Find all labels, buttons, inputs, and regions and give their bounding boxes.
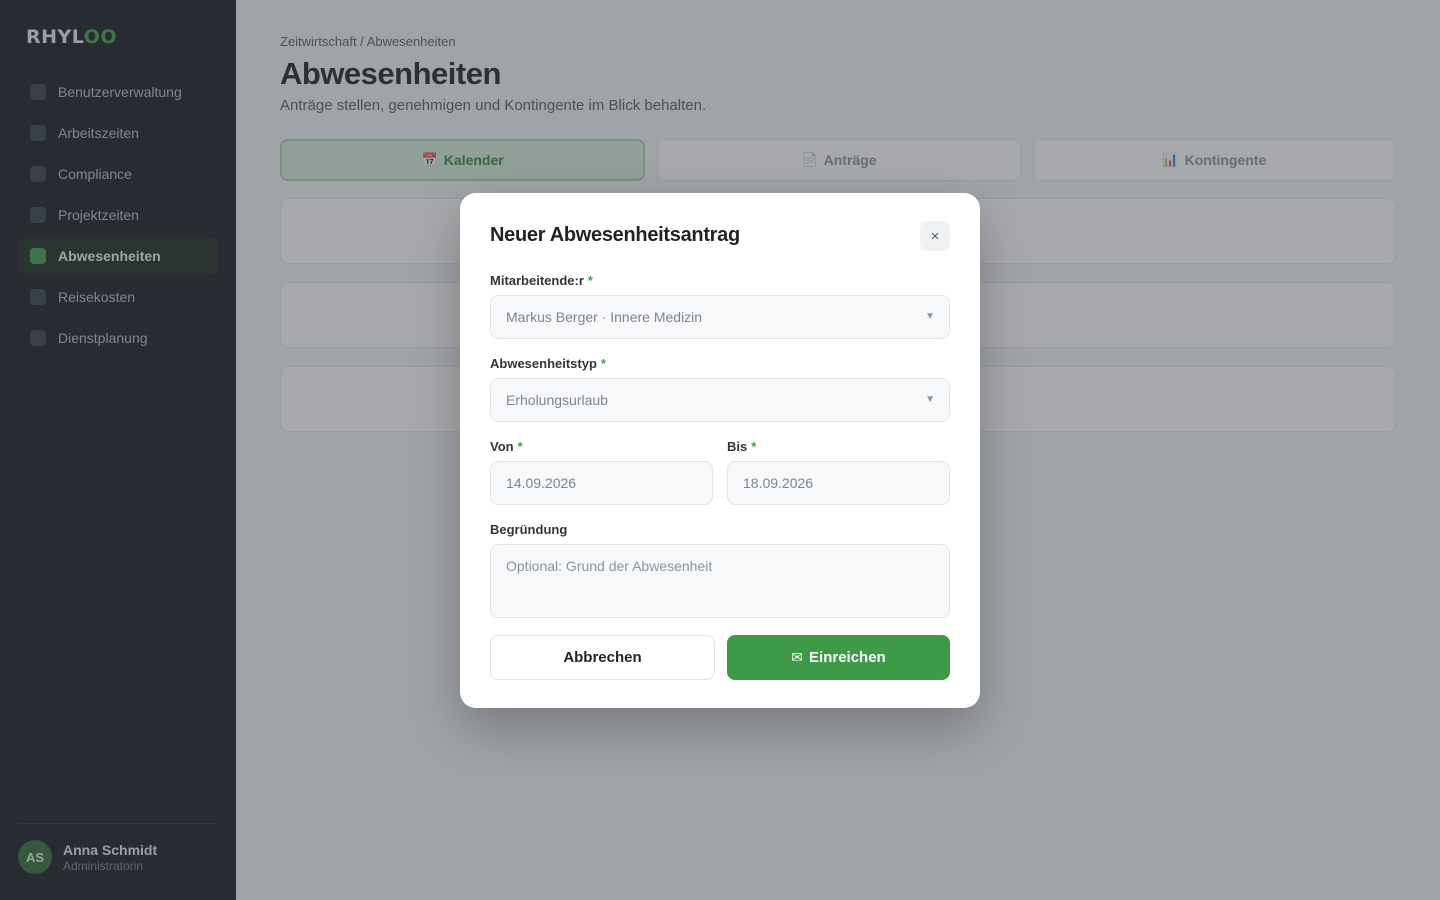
employee-label: Mitarbeitende:r * (490, 273, 593, 288)
from-date-label: Von * (490, 439, 523, 454)
required-marker: * (600, 356, 606, 371)
reason-textarea[interactable]: Optional: Grund der Abwesenheit (490, 544, 950, 618)
from-date-value: 14.09.2026 (506, 475, 577, 491)
absence-type-select[interactable]: Erholungsurlaub ▼ (490, 378, 950, 422)
chevron-down-icon: ▼ (925, 311, 935, 322)
required-marker: * (587, 273, 593, 288)
reason-label: Begründung (490, 522, 568, 537)
to-date-input[interactable]: 18.09.2026 (727, 461, 950, 505)
submit-button-label: Einreichen (809, 649, 886, 666)
employee-select-value: Markus Berger · Innere Medizin (506, 309, 703, 325)
absence-request-dialog: Neuer Abwesenheitsantrag × Mitarbeitende… (460, 193, 980, 708)
from-date-label-text: Von (490, 439, 514, 454)
to-date-label-text: Bis (727, 439, 748, 454)
to-date-value: 18.09.2026 (743, 475, 814, 491)
from-date-input[interactable]: 14.09.2026 (490, 461, 713, 505)
dialog-title: Neuer Abwesenheitsantrag (490, 224, 740, 246)
required-marker: * (751, 439, 757, 454)
employee-label-text: Mitarbeitende:r (490, 273, 584, 288)
absence-type-select-value: Erholungsurlaub (506, 392, 608, 408)
envelope-icon: ✉ (791, 649, 804, 665)
employee-select[interactable]: Markus Berger · Innere Medizin ▼ (490, 295, 950, 339)
absence-type-label: Abwesenheitstyp * (490, 356, 606, 371)
to-date-label: Bis * (727, 439, 756, 454)
submit-button[interactable]: ✉ Einreichen (727, 635, 950, 680)
reason-placeholder: Optional: Grund der Abwesenheit (506, 558, 713, 574)
absence-type-label-text: Abwesenheitstyp (490, 356, 597, 371)
close-icon: × (930, 227, 940, 245)
cancel-button[interactable]: Abbrechen (490, 635, 715, 680)
chevron-down-icon: ▼ (925, 394, 935, 405)
close-button[interactable]: × (920, 221, 950, 251)
required-marker: * (517, 439, 523, 454)
